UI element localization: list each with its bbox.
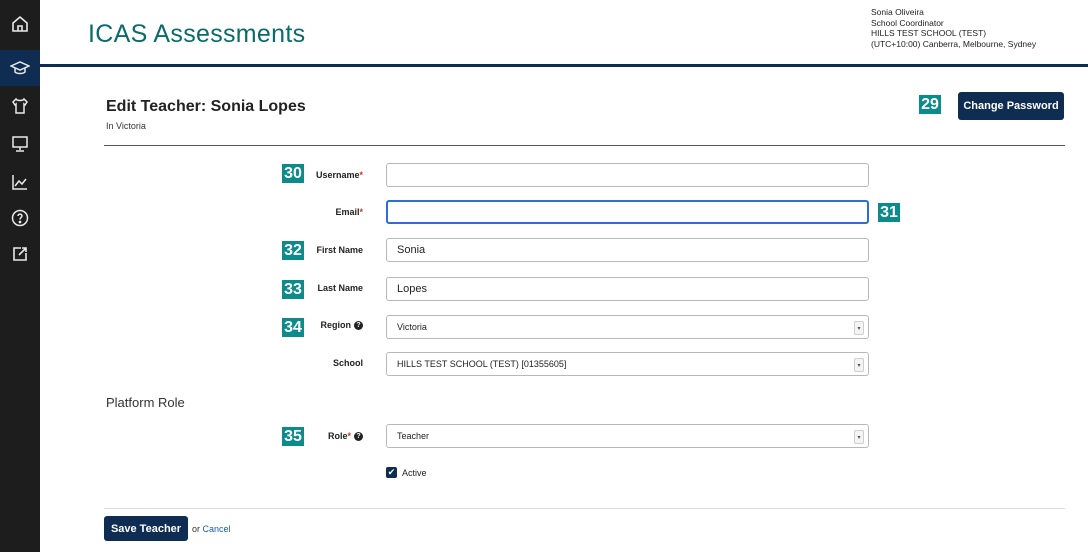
page-title: Edit Teacher: Sonia Lopes <box>106 98 306 115</box>
user-timezone: (UTC+10:00) Canberra, Melbourne, Sydney <box>871 38 1037 49</box>
check-icon: ✔ <box>387 467 396 477</box>
required-marker: * <box>359 170 363 180</box>
username-label: Username* <box>310 170 363 180</box>
username-label-text: Username <box>315 170 360 180</box>
chevron-down-icon: ▾ <box>854 321 864 335</box>
help-icon[interactable]: ? <box>354 321 363 331</box>
help-circle-icon <box>11 209 29 227</box>
sidebar-item-reports[interactable] <box>0 164 40 200</box>
region-select[interactable]: Victoria ▾ <box>386 315 869 339</box>
school-label: School <box>332 358 363 368</box>
user-role: School Coordinator <box>871 17 944 28</box>
first-name-label: First Name <box>316 245 363 255</box>
cancel-link[interactable]: Cancel <box>203 524 231 534</box>
email-field[interactable] <box>386 200 869 224</box>
change-password-button[interactable]: Change Password <box>958 92 1064 120</box>
required-marker: * <box>359 207 363 217</box>
role-select-value: Teacher <box>397 431 430 441</box>
app-title: ICAS Assessments <box>88 20 306 48</box>
required-marker: * <box>347 431 351 441</box>
header-divider <box>40 64 1088 67</box>
sidebar-item-help[interactable] <box>0 200 40 236</box>
chevron-down-icon: ▾ <box>854 358 864 372</box>
role-label-text: Role <box>327 431 348 441</box>
or-text: or Cancel <box>192 524 231 534</box>
active-label: Active <box>402 468 427 478</box>
region-label: Region? <box>300 320 363 331</box>
active-checkbox[interactable]: ✔ <box>386 467 397 478</box>
sidebar-item-external[interactable] <box>0 236 40 272</box>
user-name: Sonia Oliveira <box>871 7 924 17</box>
page-subtitle: In Victoria <box>106 121 146 131</box>
external-edit-icon <box>13 247 27 261</box>
chart-icon <box>12 175 27 190</box>
platform-role-heading: Platform Role <box>106 395 185 410</box>
sidebar-item-assessments[interactable] <box>0 50 40 86</box>
bottom-divider <box>104 508 1065 509</box>
region-select-value: Victoria <box>397 322 427 332</box>
monitor-icon <box>12 136 28 152</box>
role-select[interactable]: Teacher ▾ <box>386 424 869 448</box>
step-badge: 30 <box>282 164 304 183</box>
graduation-cap-icon <box>10 61 30 75</box>
last-name-field[interactable]: Lopes <box>386 277 869 301</box>
last-name-label: Last Name <box>317 283 363 293</box>
sidebar-item-uniform[interactable] <box>0 88 40 124</box>
email-label: Email* <box>310 207 363 217</box>
user-school: HILLS TEST SCHOOL (TEST) <box>871 28 987 38</box>
sidebar <box>0 0 40 552</box>
region-label-text: Region <box>320 320 352 330</box>
school-select-value: HILLS TEST SCHOOL (TEST) [01355605] <box>397 359 567 369</box>
or-label: or <box>192 524 201 534</box>
home-icon <box>12 15 28 32</box>
sidebar-item-home[interactable] <box>0 6 40 42</box>
title-divider <box>104 145 1065 146</box>
username-field[interactable] <box>386 163 869 187</box>
sidebar-item-online[interactable] <box>0 126 40 162</box>
shirt-icon <box>12 97 28 114</box>
school-select[interactable]: HILLS TEST SCHOOL (TEST) [01355605] ▾ <box>386 352 869 376</box>
user-info: Sonia Oliveira School Coordinator HILLS … <box>871 7 1036 49</box>
step-badge: 31 <box>878 203 900 222</box>
help-icon[interactable]: ? <box>354 432 363 442</box>
first-name-field[interactable]: Sonia <box>386 238 869 262</box>
chevron-down-icon: ▾ <box>854 430 864 444</box>
save-teacher-button[interactable]: Save Teacher <box>104 516 188 541</box>
email-label-text: Email <box>335 207 360 217</box>
step-badge: 29 <box>919 95 941 114</box>
role-label: Role*? <box>300 431 363 442</box>
